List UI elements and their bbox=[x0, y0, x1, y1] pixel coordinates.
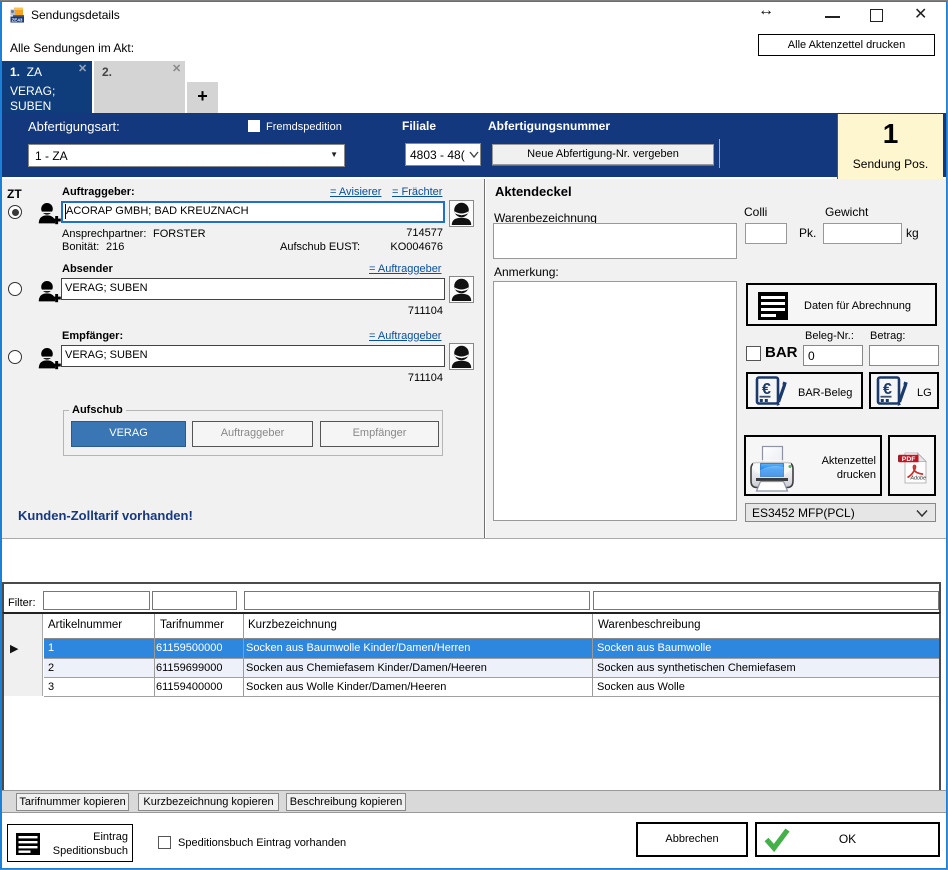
svg-text:€: € bbox=[883, 381, 892, 398]
svg-text:PDF: PDF bbox=[902, 456, 916, 463]
svg-text:€: € bbox=[762, 381, 771, 398]
svg-text:ZE43: ZE43 bbox=[12, 18, 23, 23]
svg-text:Adobe: Adobe bbox=[909, 476, 926, 482]
